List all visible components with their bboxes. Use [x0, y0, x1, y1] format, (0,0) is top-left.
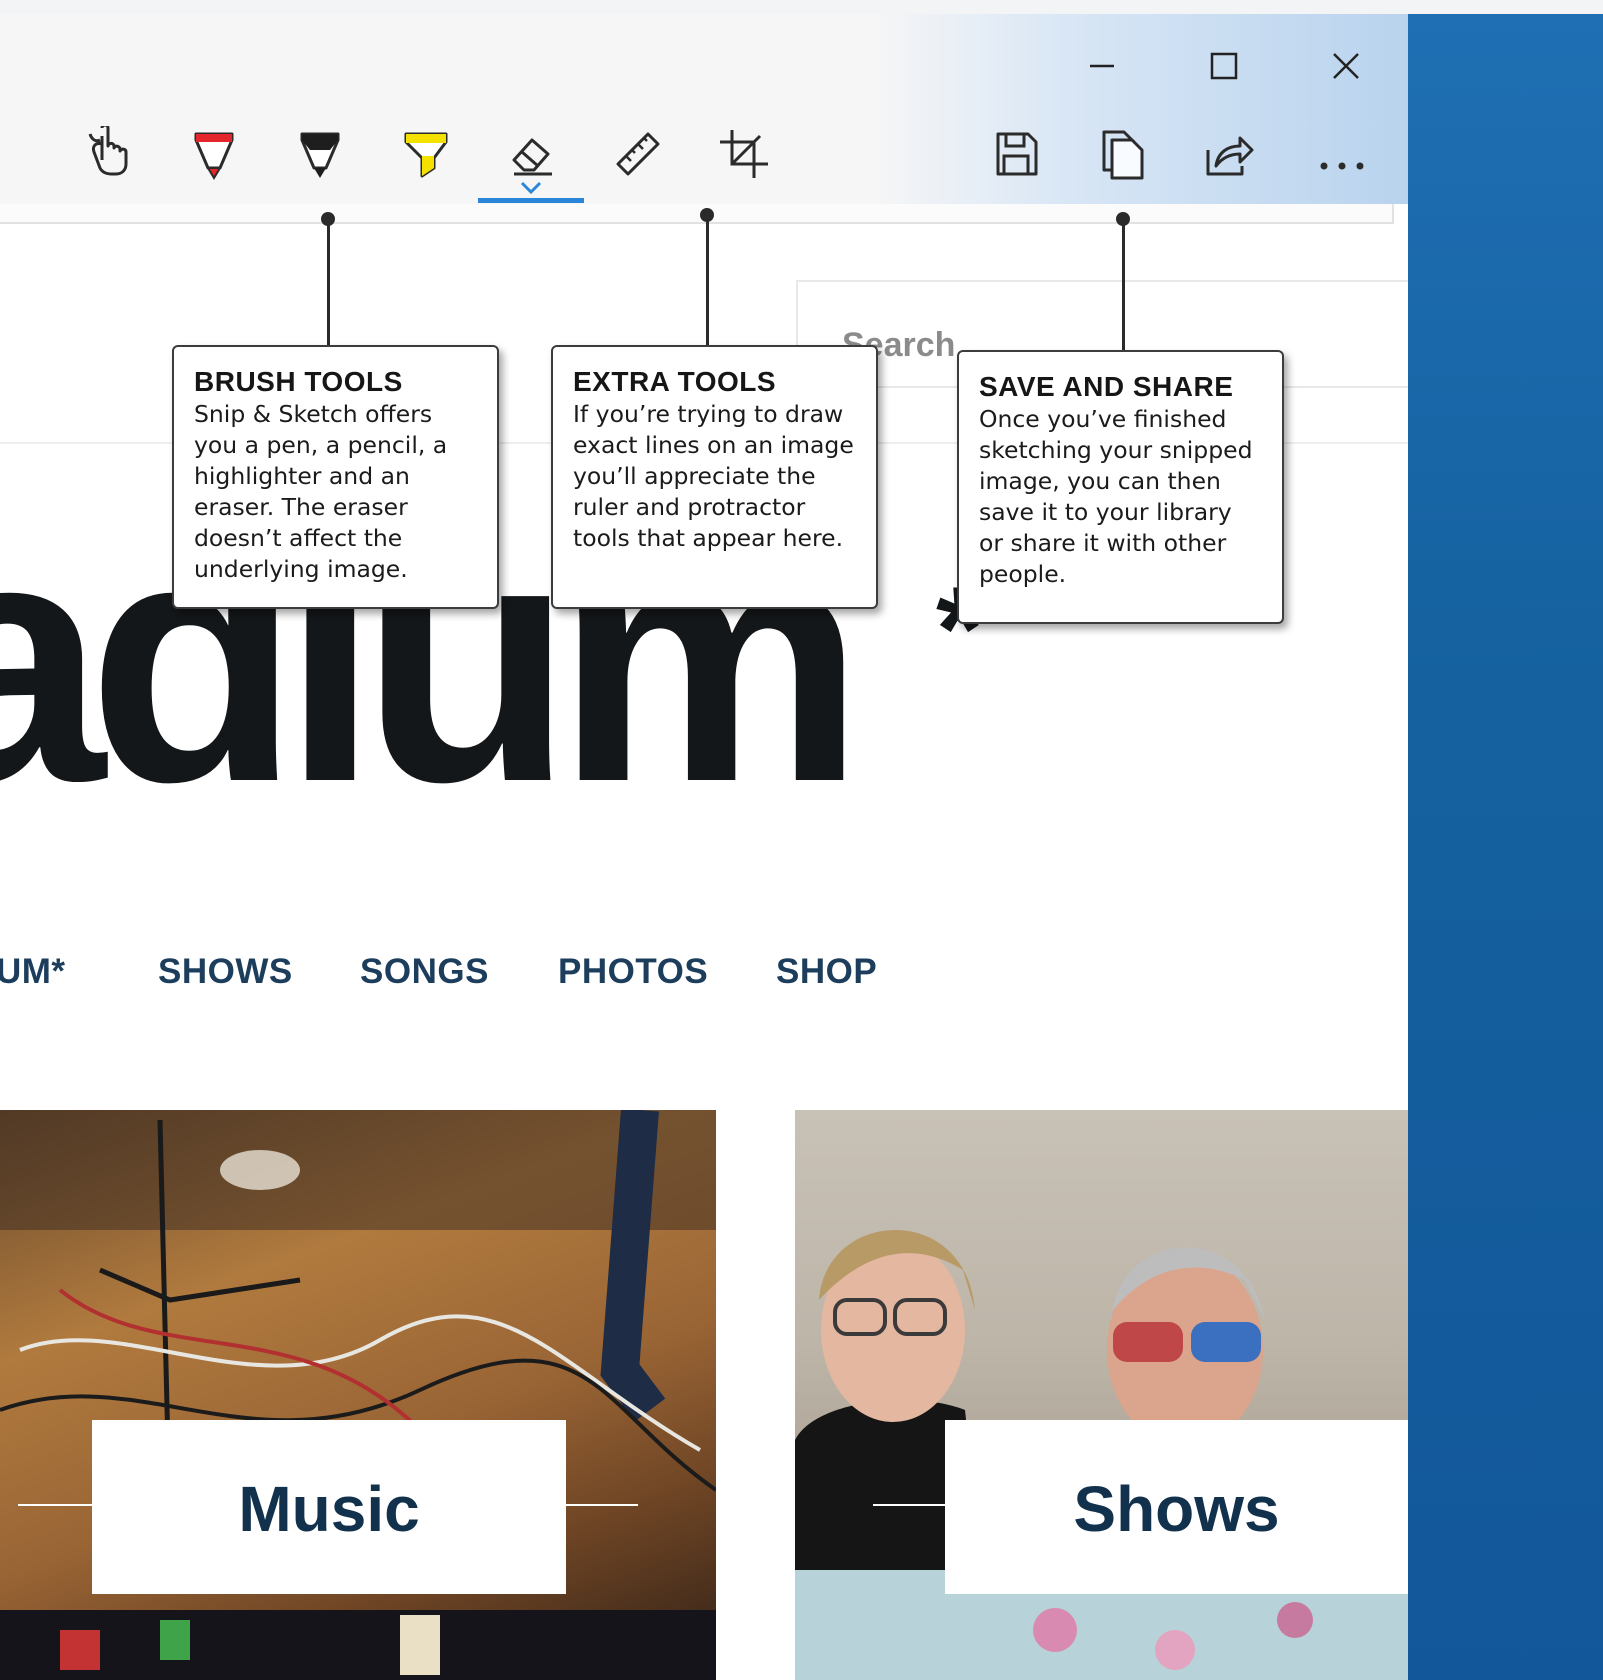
nav-item-shop[interactable]: SHOP [776, 952, 877, 992]
pencil-button[interactable] [292, 126, 348, 182]
crop-button[interactable] [716, 126, 772, 182]
callout-title: EXTRA TOOLS [573, 366, 777, 397]
callout-title: BRUSH TOOLS [194, 366, 403, 397]
extra-tools-callout: EXTRA TOOLS If you’re trying to draw exa… [551, 345, 878, 609]
toolbar [0, 14, 1408, 204]
highlighter-button[interactable] [398, 126, 454, 182]
more-icon [1320, 162, 1364, 170]
shows-card[interactable]: Shows [795, 1110, 1408, 1680]
snip-and-sketch-window: Search ... adium * UM* SHOWS SONGS PHOTO… [0, 14, 1408, 1680]
desktop-background [1408, 14, 1603, 1680]
minimize-button[interactable] [1080, 44, 1124, 88]
music-label: Music [238, 1473, 420, 1545]
close-button[interactable] [1324, 44, 1368, 88]
music-label-box: Music [92, 1420, 566, 1594]
copy-button[interactable] [1094, 126, 1150, 182]
canvas-frame-edge [0, 204, 1394, 224]
share-icon [1206, 136, 1254, 176]
chevron-down-icon[interactable] [518, 180, 544, 196]
pencil-icon [300, 132, 340, 178]
nav-item-shows[interactable]: SHOWS [158, 952, 293, 992]
callout-body: Once you’ve finished sketching your snip… [979, 405, 1253, 588]
brush-tools-callout: BRUSH TOOLS Snip & Sketch offers you a p… [172, 345, 499, 609]
eraser-icon [512, 138, 552, 176]
touch-writing-icon [88, 123, 128, 176]
music-card[interactable]: Music [0, 1110, 716, 1680]
callout-body: Snip & Sketch offers you a pen, a pencil… [194, 400, 448, 583]
save-button[interactable] [988, 126, 1044, 182]
music-photo [0, 1110, 716, 1680]
copy-icon [1102, 130, 1144, 180]
active-tool-indicator [478, 198, 584, 203]
callout-pointer-line [706, 215, 709, 359]
ballpoint-pen-icon [194, 132, 234, 180]
shows-label-box: Shows [945, 1420, 1408, 1594]
shows-photo [795, 1230, 1408, 1680]
more-button[interactable] [1314, 126, 1370, 182]
crop-icon [720, 130, 768, 178]
ballpoint-pen-button[interactable] [186, 126, 242, 182]
save-icon [996, 132, 1038, 176]
close-icon [1333, 53, 1359, 79]
maximize-button[interactable] [1202, 44, 1246, 88]
nav-item-album[interactable]: UM* [0, 952, 66, 992]
nav-item-songs[interactable]: SONGS [360, 952, 489, 992]
callout-title: SAVE AND SHARE [979, 371, 1234, 402]
minimize-icon [1090, 64, 1114, 68]
shows-label: Shows [1073, 1473, 1280, 1545]
callout-body: If you’re trying to draw exact lines on … [573, 400, 854, 552]
callout-pointer-line [327, 219, 330, 359]
eraser-button[interactable] [504, 126, 560, 182]
share-button[interactable] [1200, 126, 1256, 182]
save-and-share-callout: SAVE AND SHARE Once you’ve finished sket… [957, 350, 1284, 624]
highlighter-icon [404, 132, 448, 178]
touch-writing-button[interactable] [80, 123, 136, 182]
nav-item-photos[interactable]: PHOTOS [558, 952, 708, 992]
ruler-button[interactable] [610, 126, 666, 182]
callout-pointer-line [1122, 219, 1125, 364]
ruler-icon [616, 132, 660, 176]
maximize-icon [1210, 52, 1238, 80]
